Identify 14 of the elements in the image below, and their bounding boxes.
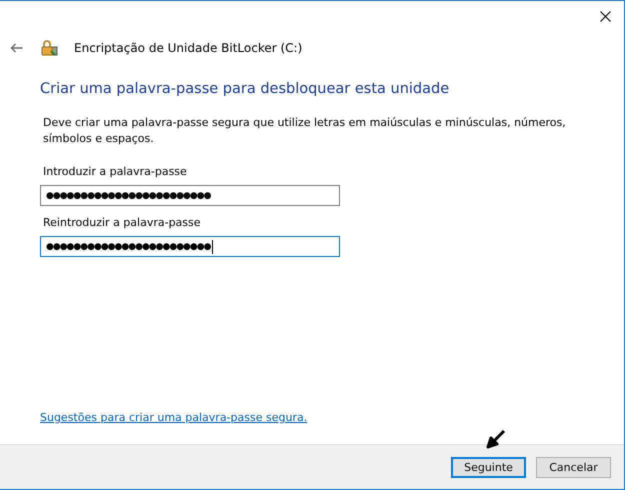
- back-arrow-icon[interactable]: [10, 43, 23, 53]
- window-title: Encriptação de Unidade BitLocker (C:): [74, 41, 302, 55]
- field-label: Introduzir a palavra-passe: [43, 165, 187, 178]
- password-tips-link[interactable]: Sugestões para criar uma palavra-passe segura.: [40, 411, 308, 424]
- cancel-button[interactable]: Cancelar: [536, 456, 611, 478]
- description-text: Deve criar uma palavra-passe segura que utilize letras em maiúsculas e minúsculas, números, símbolos e espaços.: [43, 115, 567, 147]
- page-heading: Criar uma palavra-passe para desbloquear esta unidade: [40, 81, 450, 97]
- arrow-cursor-icon: [486, 429, 506, 449]
- password-field[interactable]: ●●●●●●●●●●●●●●●●●●●●●●●●: [40, 236, 340, 257]
- close-icon: [600, 10, 610, 22]
- password-field[interactable]: ●●●●●●●●●●●●●●●●●●●●●●●●: [40, 185, 340, 206]
- next-button[interactable]: Seguinte: [451, 456, 526, 478]
- padlock-drive-icon: [41, 40, 58, 56]
- field-label: Reintroduzir a palavra-passe: [43, 216, 201, 229]
